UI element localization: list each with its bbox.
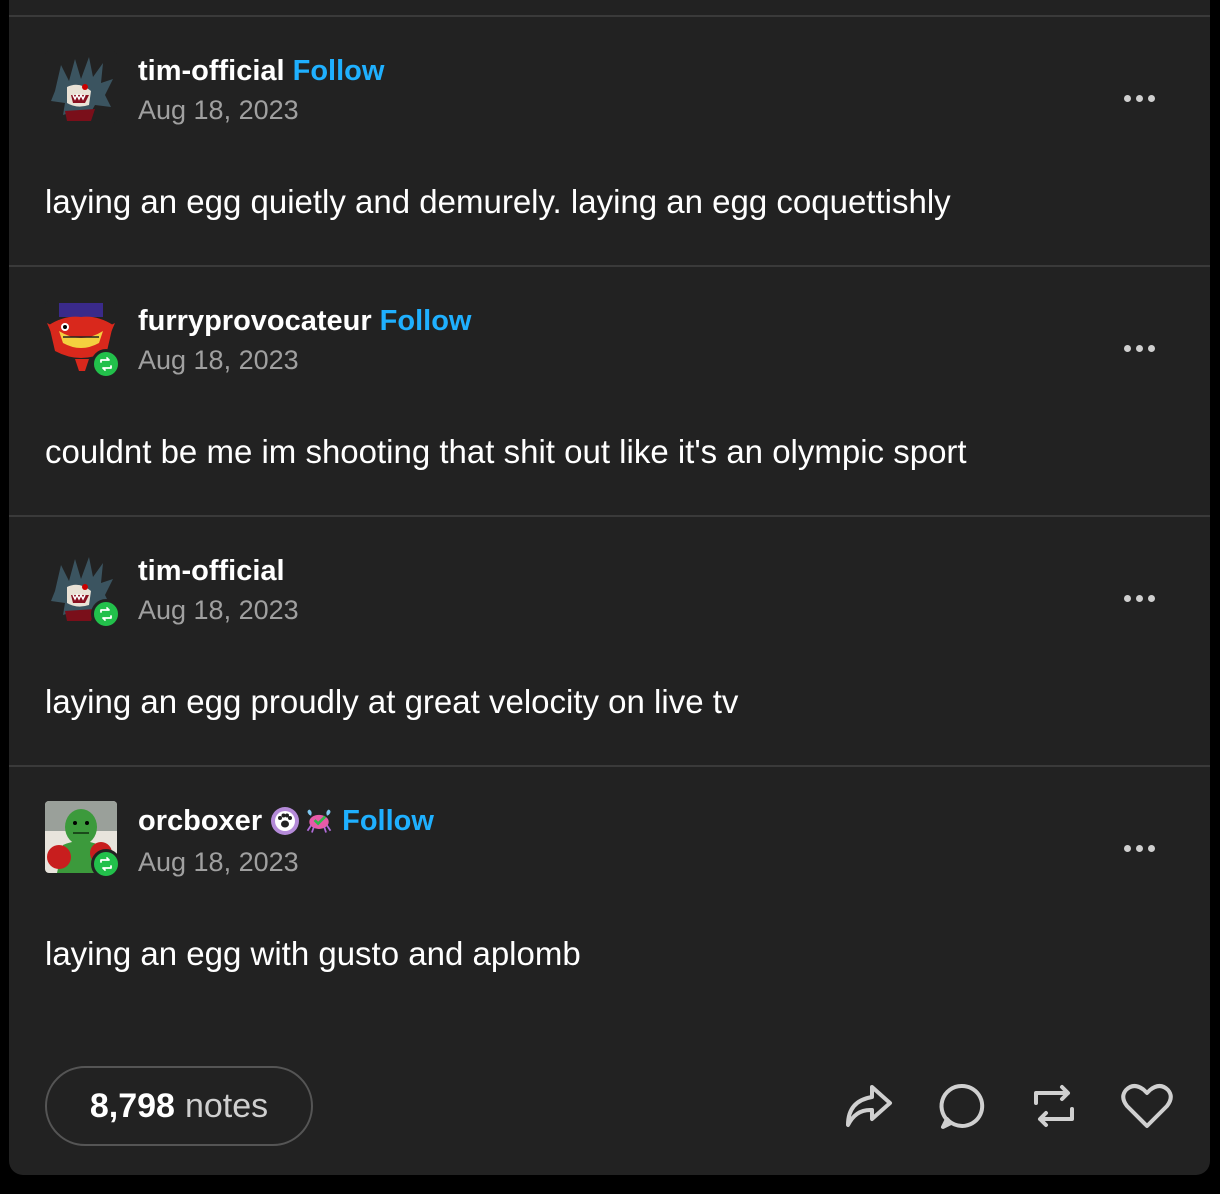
reblog-icon[interactable] xyxy=(1026,1078,1082,1134)
more-options-icon[interactable] xyxy=(1109,83,1169,113)
more-options-icon[interactable] xyxy=(1109,333,1169,363)
reblog-entry: tim-official Follow Aug 18, 2023 laying … xyxy=(9,17,1210,267)
avatar[interactable] xyxy=(45,301,121,379)
follow-button[interactable]: Follow xyxy=(293,55,385,88)
like-icon[interactable] xyxy=(1119,1078,1175,1134)
follow-button[interactable]: Follow xyxy=(380,305,472,338)
avatar[interactable] xyxy=(45,801,121,879)
notes-count: 8,798 xyxy=(89,1086,175,1125)
avatar[interactable] xyxy=(45,551,121,629)
username[interactable]: tim-official xyxy=(138,555,285,588)
paw-badge-icon[interactable] xyxy=(270,806,300,836)
avatar[interactable] xyxy=(45,51,117,123)
post-date[interactable]: Aug 18, 2023 xyxy=(138,847,299,878)
notes-label: notes xyxy=(184,1086,269,1125)
username[interactable]: furryprovocateur xyxy=(138,305,372,338)
reblog-entry: tim-official Aug 18, 2023 laying an egg … xyxy=(9,517,1210,767)
reblog-badge-icon xyxy=(91,849,121,879)
username[interactable]: orcboxer xyxy=(138,805,262,838)
post-text: laying an egg with gusto and aplomb xyxy=(45,935,581,972)
post-text: laying an egg quietly and demurely. layi… xyxy=(45,183,951,220)
reblog-entry: orcboxer Follow Aug 18, 2023 laying an e… xyxy=(9,767,1210,1017)
reblog-entry: furryprovocateur Follow Aug 18, 2023 cou… xyxy=(9,267,1210,517)
notes-button[interactable]: 8,798 notes xyxy=(45,1066,313,1146)
post-text: couldnt be me im shooting that shit out … xyxy=(45,433,967,470)
post-card: tim-official Follow Aug 18, 2023 laying … xyxy=(9,0,1210,1175)
crab-badge-icon[interactable] xyxy=(304,806,334,836)
more-options-icon[interactable] xyxy=(1109,833,1169,863)
reply-icon[interactable] xyxy=(934,1078,990,1134)
hedgehog-avatar-icon xyxy=(45,51,117,123)
share-icon[interactable] xyxy=(840,1078,896,1134)
reblog-badge-icon xyxy=(91,599,121,629)
post-date[interactable]: Aug 18, 2023 xyxy=(138,345,299,376)
more-options-icon[interactable] xyxy=(1109,583,1169,613)
username[interactable]: tim-official xyxy=(138,55,285,88)
follow-button[interactable]: Follow xyxy=(342,805,434,838)
post-text: laying an egg proudly at great velocity … xyxy=(45,683,739,720)
post-date[interactable]: Aug 18, 2023 xyxy=(138,95,299,126)
post-date[interactable]: Aug 18, 2023 xyxy=(138,595,299,626)
reblog-badge-icon xyxy=(91,349,121,379)
